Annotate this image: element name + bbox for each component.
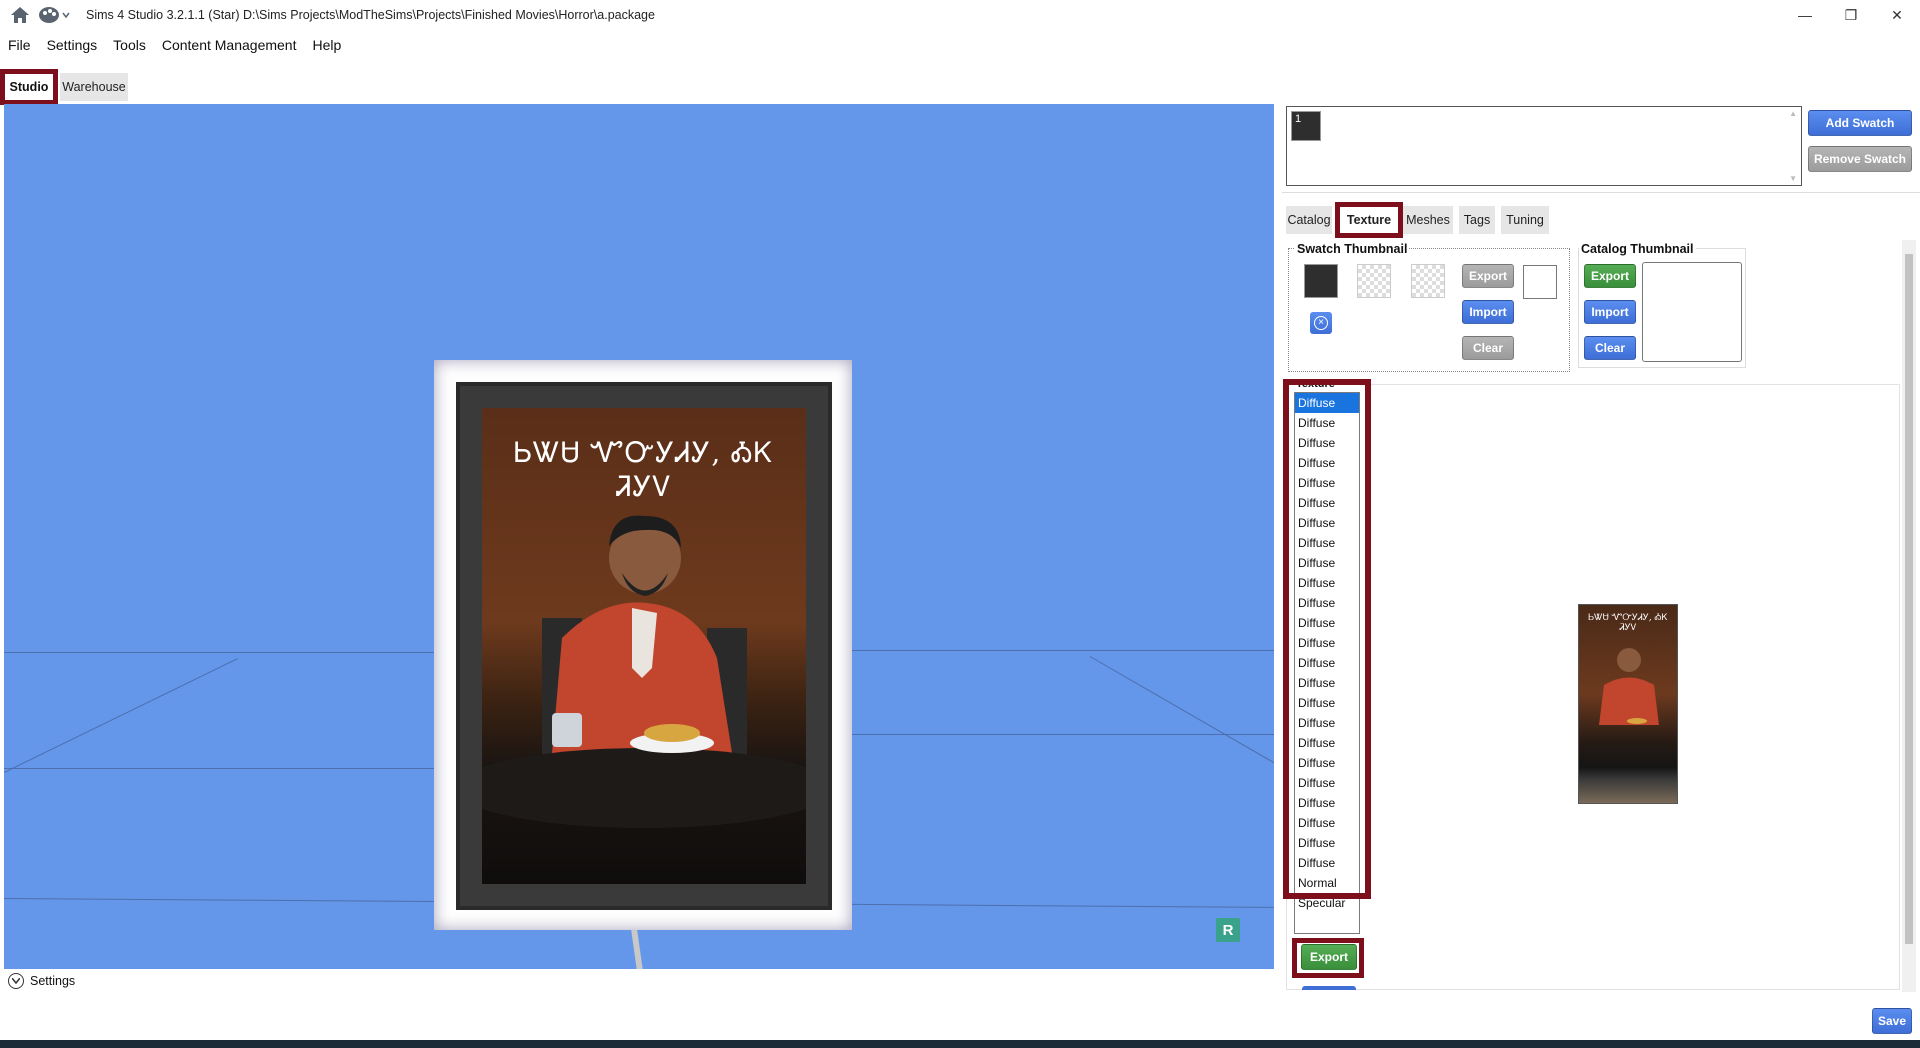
chevron-circle-icon xyxy=(8,973,24,989)
menu-help[interactable]: Help xyxy=(304,37,349,53)
close-circle-icon[interactable]: × xyxy=(1310,312,1332,334)
catalog-clear-button[interactable]: Clear xyxy=(1584,336,1636,360)
floor-grid-line xyxy=(852,650,1274,651)
title-bar: Sims 4 Studio 3.2.1.1 (Star) D:\Sims Pro… xyxy=(0,0,1920,30)
swatch-thumbnail-empty[interactable] xyxy=(1411,264,1445,298)
texture-list-highlight xyxy=(1283,379,1371,899)
home-icon[interactable] xyxy=(6,0,34,30)
viewport-settings-toggle[interactable]: Settings xyxy=(4,969,1274,993)
floor-grid-line xyxy=(4,658,238,773)
catalog-thumbnail-preview[interactable] xyxy=(1642,262,1742,362)
catalog-import-button[interactable]: Import xyxy=(1584,300,1636,324)
swatch-chip[interactable]: 1 xyxy=(1291,111,1321,141)
window-title: Sims 4 Studio 3.2.1.1 (Star) D:\Sims Pro… xyxy=(86,8,655,22)
tab-texture[interactable]: Texture xyxy=(1335,202,1403,238)
tab-meshes[interactable]: Meshes xyxy=(1403,206,1453,234)
catalog-thumbnail-title: Catalog Thumbnail xyxy=(1579,242,1696,256)
poster-artwork: ᏏᏔᏌ ᏉᏅᎩᏗᎩ, ᎣᏦ ᏘᎩᏙ xyxy=(482,408,806,884)
swatch-list[interactable]: 1 ▲ ▼ xyxy=(1286,106,1802,186)
minimize-button[interactable]: — xyxy=(1782,0,1828,30)
floor-grid-line xyxy=(4,652,434,653)
taskbar xyxy=(0,1040,1920,1048)
swatch-thumbnail-title: Swatch Thumbnail xyxy=(1295,242,1410,256)
scroll-up-icon[interactable]: ▲ xyxy=(1789,109,1797,118)
menu-bar: File Settings Tools Content Management H… xyxy=(0,34,349,56)
tab-tuning[interactable]: Tuning xyxy=(1501,206,1549,234)
swatch-thumbnail-dark[interactable] xyxy=(1304,264,1338,298)
remove-swatch-button[interactable]: Remove Swatch xyxy=(1808,146,1912,172)
3d-viewport[interactable]: ᏏᏔᏌ ᏉᏅᎩᏗᎩ, ᎣᏦ ᏘᎩᏙ R xyxy=(4,104,1274,969)
palette-icon[interactable] xyxy=(34,0,74,30)
swatch-clear-button[interactable]: Clear xyxy=(1462,336,1514,360)
add-swatch-button[interactable]: Add Swatch xyxy=(1808,110,1912,136)
restore-button[interactable]: ❐ xyxy=(1828,0,1874,30)
menu-content-management[interactable]: Content Management xyxy=(154,37,305,53)
scroll-down-icon[interactable]: ▼ xyxy=(1789,174,1797,183)
tab-studio[interactable]: Studio xyxy=(0,69,58,105)
menu-tools[interactable]: Tools xyxy=(105,37,154,53)
poster-illustration xyxy=(482,515,806,828)
save-button[interactable]: Save xyxy=(1872,1008,1912,1034)
texture-preview: ᏏᏔᏌ ᏉᏅᎩᏗᎩ, ᎣᏦ ᏘᎩᏙ xyxy=(1578,604,1678,804)
divider xyxy=(1282,192,1920,193)
panel-scrollbar[interactable] xyxy=(1902,240,1916,992)
menu-settings[interactable]: Settings xyxy=(39,37,106,53)
swatch-export-button[interactable]: Export xyxy=(1462,264,1514,288)
swatch-color-preview[interactable] xyxy=(1523,265,1557,299)
scrollbar-thumb[interactable] xyxy=(1905,254,1913,944)
floor-grid-line xyxy=(1089,656,1274,767)
poster-object[interactable]: ᏏᏔᏌ ᏉᏅᎩᏗᎩ, ᎣᏦ ᏘᎩᏙ xyxy=(434,360,852,930)
floor-grid-line xyxy=(852,734,1274,735)
rotate-badge[interactable]: R xyxy=(1216,918,1240,942)
swatch-thumbnail-empty[interactable] xyxy=(1357,264,1391,298)
export-highlight xyxy=(1292,938,1364,978)
tab-warehouse[interactable]: Warehouse xyxy=(60,73,128,101)
catalog-export-button[interactable]: Export xyxy=(1584,264,1636,288)
swatch-import-button[interactable]: Import xyxy=(1462,300,1514,324)
settings-label: Settings xyxy=(30,974,76,988)
poster-stand xyxy=(631,930,643,969)
poster-frame: ᏏᏔᏌ ᏉᏅᎩᏗᎩ, ᎣᏦ ᏘᎩᏙ xyxy=(456,382,832,910)
menu-file[interactable]: File xyxy=(0,37,39,53)
preview-illustration xyxy=(1599,648,1659,725)
tab-tags[interactable]: Tags xyxy=(1459,206,1495,234)
partial-button[interactable] xyxy=(1302,986,1356,990)
tab-catalog[interactable]: Catalog xyxy=(1286,206,1332,234)
floor-grid-line xyxy=(4,768,434,769)
close-button[interactable]: ✕ xyxy=(1874,0,1920,30)
